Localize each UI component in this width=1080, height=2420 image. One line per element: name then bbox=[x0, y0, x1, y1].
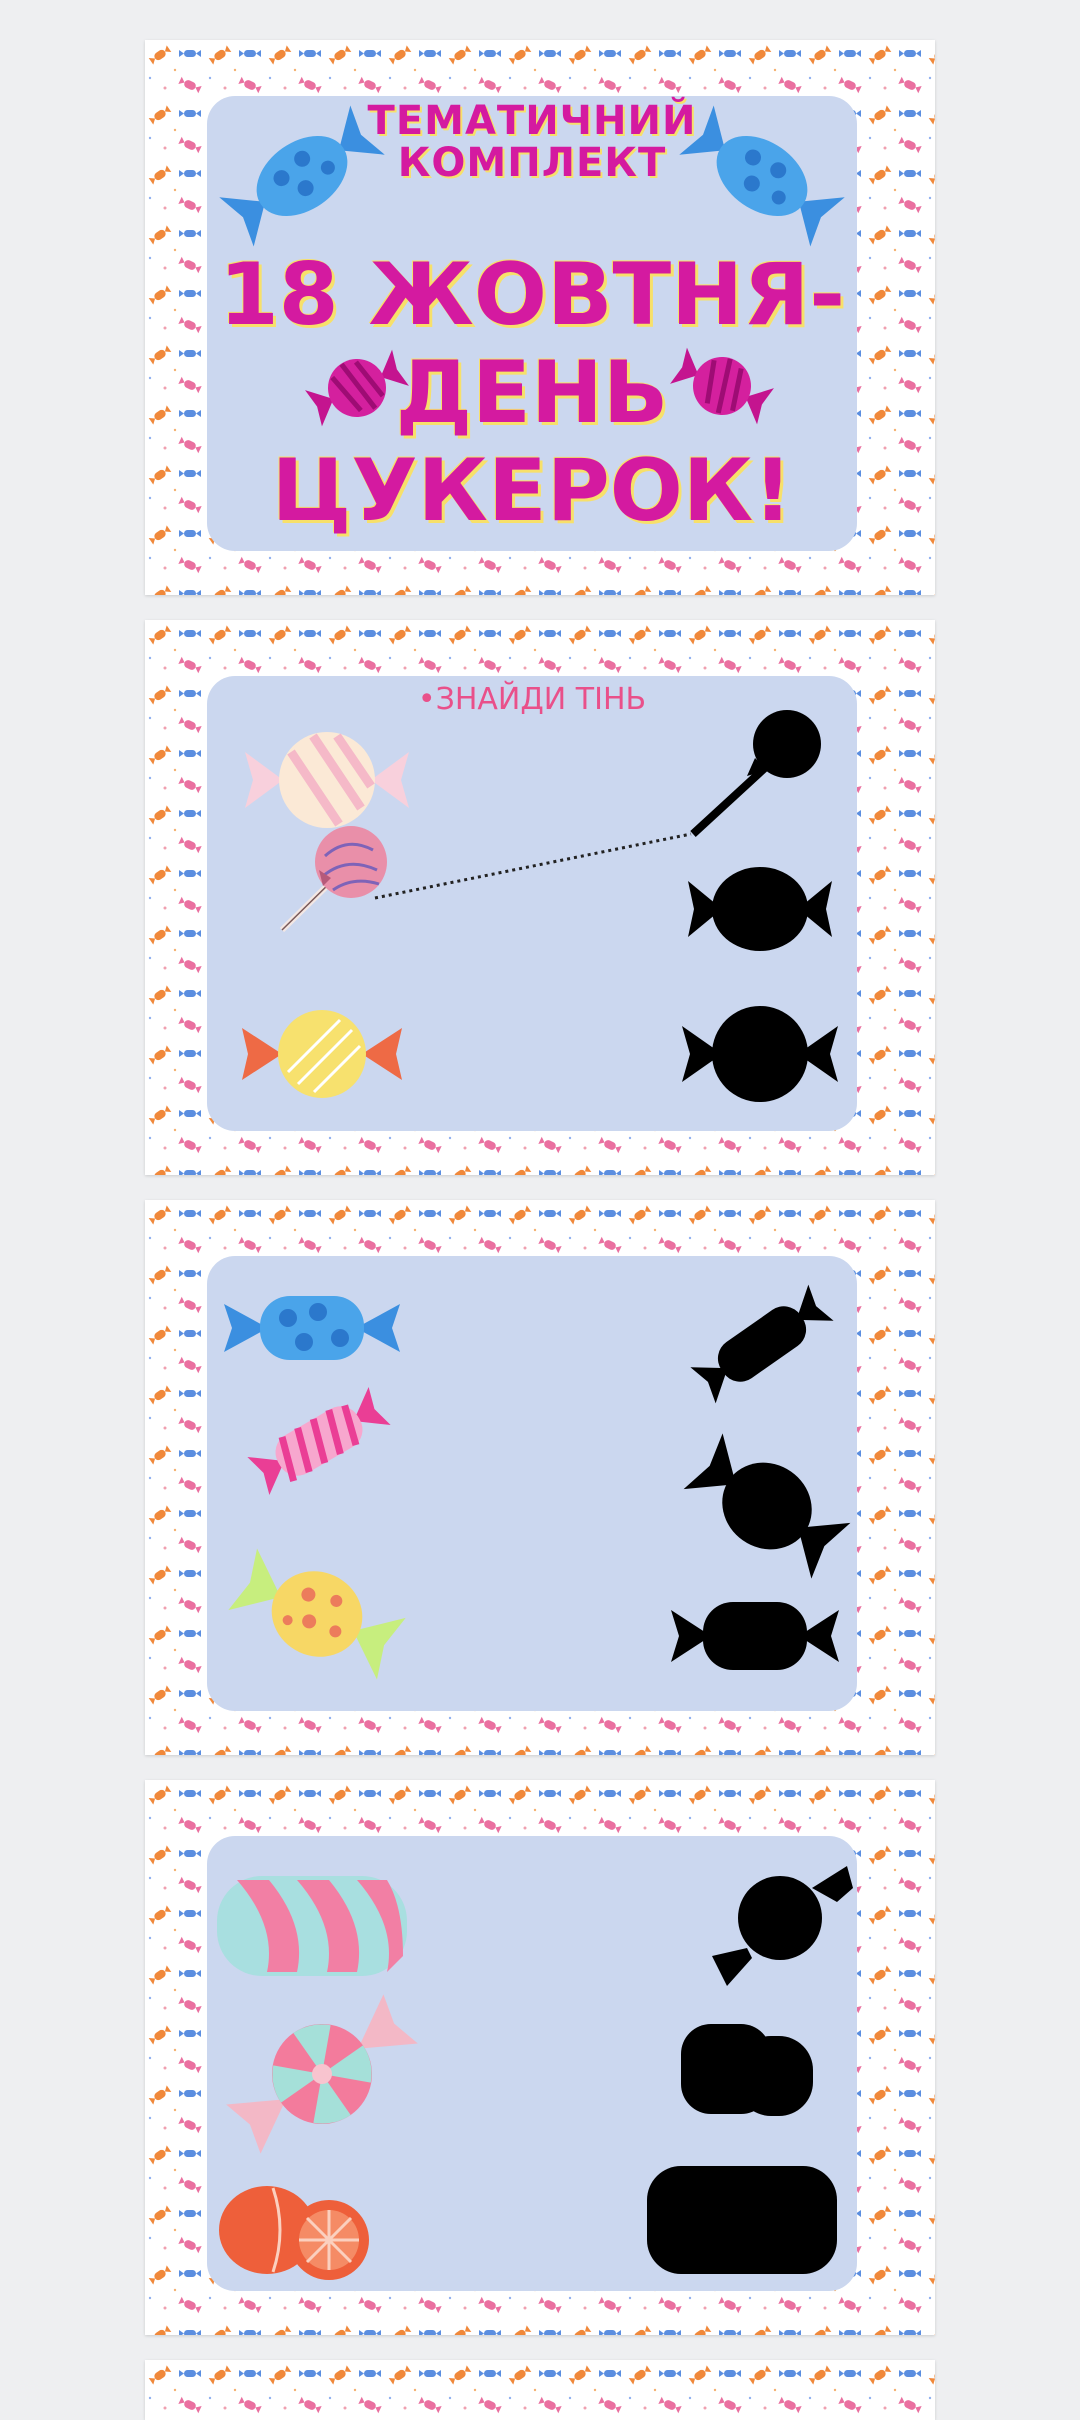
gumdrop-shadow-icon bbox=[681, 2024, 813, 2116]
candy-shadow-icon bbox=[682, 1006, 838, 1102]
slide-next-partial bbox=[145, 2360, 935, 2420]
candy-shadow-icon bbox=[712, 1866, 853, 1986]
swirl-candy-icon bbox=[226, 1994, 418, 2154]
slide-find-shadow-1: •ЗНАЙДИ ТІНЬ bbox=[145, 620, 935, 1175]
match-line bbox=[374, 832, 692, 900]
pink-striped-candy-icon bbox=[247, 1386, 391, 1496]
blue-candy-left-icon bbox=[219, 105, 385, 247]
cream-candy-icon bbox=[245, 732, 409, 828]
orange-slice-icon bbox=[219, 2186, 369, 2280]
candy-shadow-icon bbox=[683, 1433, 851, 1579]
candy-shadow-icon bbox=[688, 867, 832, 951]
marshmallow-shadow-icon bbox=[647, 2166, 837, 2274]
activity-panel bbox=[207, 1836, 857, 2291]
marshmallow-icon bbox=[217, 1876, 407, 1976]
title-line-1: 18 ЖОВТНЯ- bbox=[218, 245, 846, 345]
lollipop-icon bbox=[279, 826, 387, 933]
activity-panel: •ЗНАЙДИ ТІНЬ bbox=[207, 676, 857, 1131]
blue-candy-icon bbox=[224, 1296, 400, 1360]
yellow-dotted-candy-icon bbox=[228, 1548, 406, 1680]
yellow-candy-icon bbox=[242, 1010, 402, 1098]
slide-find-shadow-2 bbox=[145, 1200, 935, 1755]
activity-panel bbox=[207, 1256, 857, 1711]
title-line-2: ДЕНЬ bbox=[395, 343, 669, 443]
main-title: 18 ЖОВТНЯ- ДЕНЬ ЦУКЕРОК! bbox=[207, 246, 857, 540]
lollipop-shadow-icon bbox=[690, 710, 821, 837]
slide-title-cover: ТЕМАТИЧНИЙ КОМПЛЕКТ 18 ЖОВТНЯ- ДЕНЬ ЦУКЕ… bbox=[145, 40, 935, 595]
blue-candy-right-icon bbox=[679, 105, 845, 247]
slide-find-shadow-3 bbox=[145, 1780, 935, 2335]
candy-shadow-icon bbox=[671, 1602, 839, 1670]
title-panel: ТЕМАТИЧНИЙ КОМПЛЕКТ 18 ЖОВТНЯ- ДЕНЬ ЦУКЕ… bbox=[207, 96, 857, 551]
candy-shadow-icon bbox=[690, 1284, 834, 1404]
title-line-3: ЦУКЕРОК! bbox=[271, 441, 793, 541]
